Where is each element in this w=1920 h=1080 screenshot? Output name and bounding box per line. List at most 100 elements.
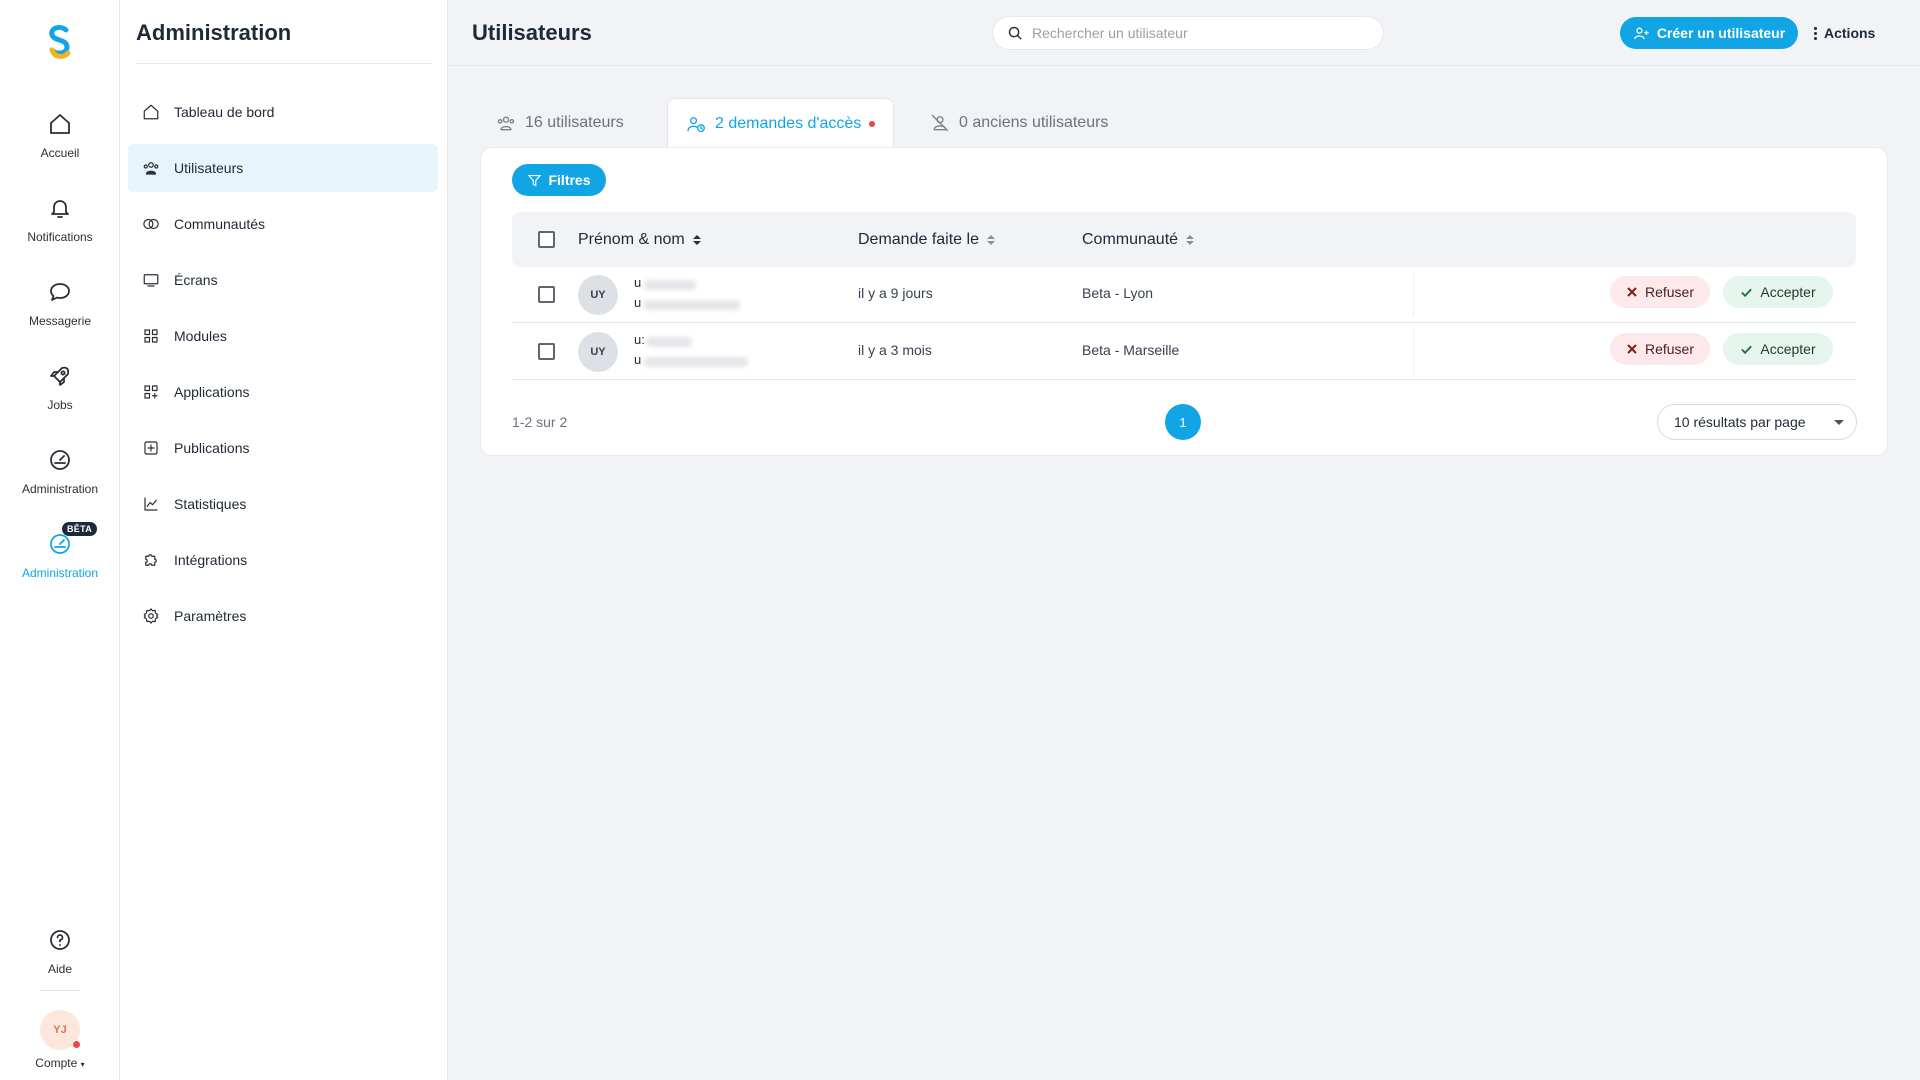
close-icon [1627,344,1637,354]
rail-item-label: Messagerie [28,314,92,328]
filters-button[interactable]: Filtres [512,164,606,196]
redacted-email [644,357,748,367]
accept-button[interactable]: Accepter [1723,276,1833,308]
account-menu[interactable]: Compte ▾ [0,1056,120,1070]
rail-item-messagerie[interactable]: Messagerie [0,280,120,352]
refuse-button[interactable]: Refuser [1610,333,1710,365]
sidebar-item-tableau-de-bord[interactable]: Tableau de bord [128,88,438,136]
row-checkbox[interactable] [538,286,555,303]
community-name: Beta - Marseille [1082,342,1180,358]
select-all-checkbox[interactable] [538,231,555,248]
rail-item-label: Administration [21,566,99,580]
tab-anciens-utilisateurs[interactable]: 0 anciens utilisateurs [912,98,1126,148]
rail-item-notifications[interactable]: Notifications [0,196,120,268]
publication-icon [144,441,158,455]
caret-down-icon [1834,420,1844,425]
search-icon [1008,26,1022,40]
per-page-select[interactable]: 10 résultats par page [1657,404,1857,440]
chart-icon [144,497,158,511]
check-icon [1741,288,1753,297]
sidebar-item-label: Intégrations [174,552,248,568]
column-header-name[interactable]: Prénom & nom [578,212,701,267]
sidebar-item-label: Statistiques [174,496,247,512]
column-header-date[interactable]: Demande faite le [858,212,995,267]
rail-item-jobs[interactable]: Jobs [0,364,120,436]
column-header-community[interactable]: Communauté [1082,212,1195,267]
communities-icon [143,218,159,230]
sidebar-item-label: Communautés [174,216,266,232]
more-vertical-icon [1814,26,1817,41]
sidebar-item-label: Tableau de bord [174,104,275,120]
search-box[interactable] [992,16,1384,50]
chat-icon [50,283,70,301]
row-actions: Refuser Accepter [1413,330,1856,374]
column-label: Prénom & nom [578,230,685,248]
sidebar-item-statistiques[interactable]: Statistiques [128,480,438,528]
sidebar-item-ecrans[interactable]: Écrans [128,256,438,304]
sidebar-item-utilisateurs[interactable]: Utilisateurs [128,144,438,192]
requests-card: Filtres Prénom & nom Demande faite le Co… [480,147,1888,456]
notification-dot [869,120,876,127]
community-name: Beta - Lyon [1082,285,1154,301]
actions-menu-button[interactable]: Actions [1814,17,1875,49]
refuse-label: Refuser [1644,341,1695,357]
avatar: UY [578,275,618,315]
rail-item-label: Notifications [27,230,93,244]
sort-icon [692,234,701,246]
sidebar-item-label: Publications [174,440,250,456]
rail-divider [40,990,80,991]
puzzle-icon [145,554,157,566]
help-icon [50,930,70,950]
avatar: UY [578,332,618,372]
request-date: il y a 9 jours [858,285,933,301]
accept-button[interactable]: Accepter [1723,333,1833,365]
rail-item-label: Accueil [40,146,80,160]
actions-label: Actions [1824,25,1876,41]
check-icon [1741,345,1753,354]
tab-label: 0 anciens utilisateurs [959,114,1109,131]
home-icon [50,114,70,134]
page-title: Utilisateurs [472,20,592,45]
top-bar: Utilisateurs Créer un utilisateur Action… [448,0,1920,66]
table-header: Prénom & nom Demande faite le Communauté [512,212,1856,267]
sidebar-item-publications[interactable]: Publications [128,424,438,472]
sidebar-item-communautes[interactable]: Communautés [128,200,438,248]
column-label: Communauté [1082,230,1179,248]
sidebar-item-applications[interactable]: Applications [128,368,438,416]
rail-item-administration[interactable]: Administration [0,448,120,520]
search-input[interactable] [1032,25,1352,41]
tab-demandes-acces[interactable]: 2 demandes d'accès [667,98,895,148]
sidebar-item-label: Modules [174,328,227,344]
main-content: Utilisateurs Créer un utilisateur Action… [448,0,1920,1080]
page-button-current[interactable]: 1 [1165,404,1201,440]
create-user-button[interactable]: Créer un utilisateur [1620,17,1798,49]
filters-label: Filtres [548,172,591,188]
account-status-dot [72,1040,81,1049]
user-email: u [634,295,642,310]
sidebar-item-modules[interactable]: Modules [128,312,438,360]
filter-icon [528,174,542,186]
rail-item-label: Administration [21,482,99,496]
user-plus-icon [1633,27,1649,39]
create-user-label: Créer un utilisateur [1656,25,1786,41]
sidebar-item-integrations[interactable]: Intégrations [128,536,438,584]
gauge-icon [50,450,70,470]
sidebar-item-parametres[interactable]: Paramètres [128,592,438,640]
refuse-button[interactable]: Refuser [1610,276,1710,308]
redacted-name [644,280,696,290]
sidebar-title: Administration [136,20,292,45]
rail-item-accueil[interactable]: Accueil [0,112,120,184]
sort-icon [1186,234,1195,246]
app-rail: Accueil Notifications Messagerie Jobs Ad… [0,0,120,1080]
apps-icon [144,385,158,399]
tab-utilisateurs[interactable]: 16 utilisateurs [478,98,642,148]
redacted-name [646,337,692,347]
gear-icon [143,608,159,624]
pagination-range: 1-2 sur 2 [512,414,568,430]
app-logo[interactable] [44,22,76,62]
sort-icon [986,234,995,246]
rail-item-administration-beta[interactable]: BÊTA Administration [0,522,120,604]
row-checkbox[interactable] [538,343,555,360]
grid-icon [144,329,158,343]
refuse-label: Refuser [1644,284,1695,300]
